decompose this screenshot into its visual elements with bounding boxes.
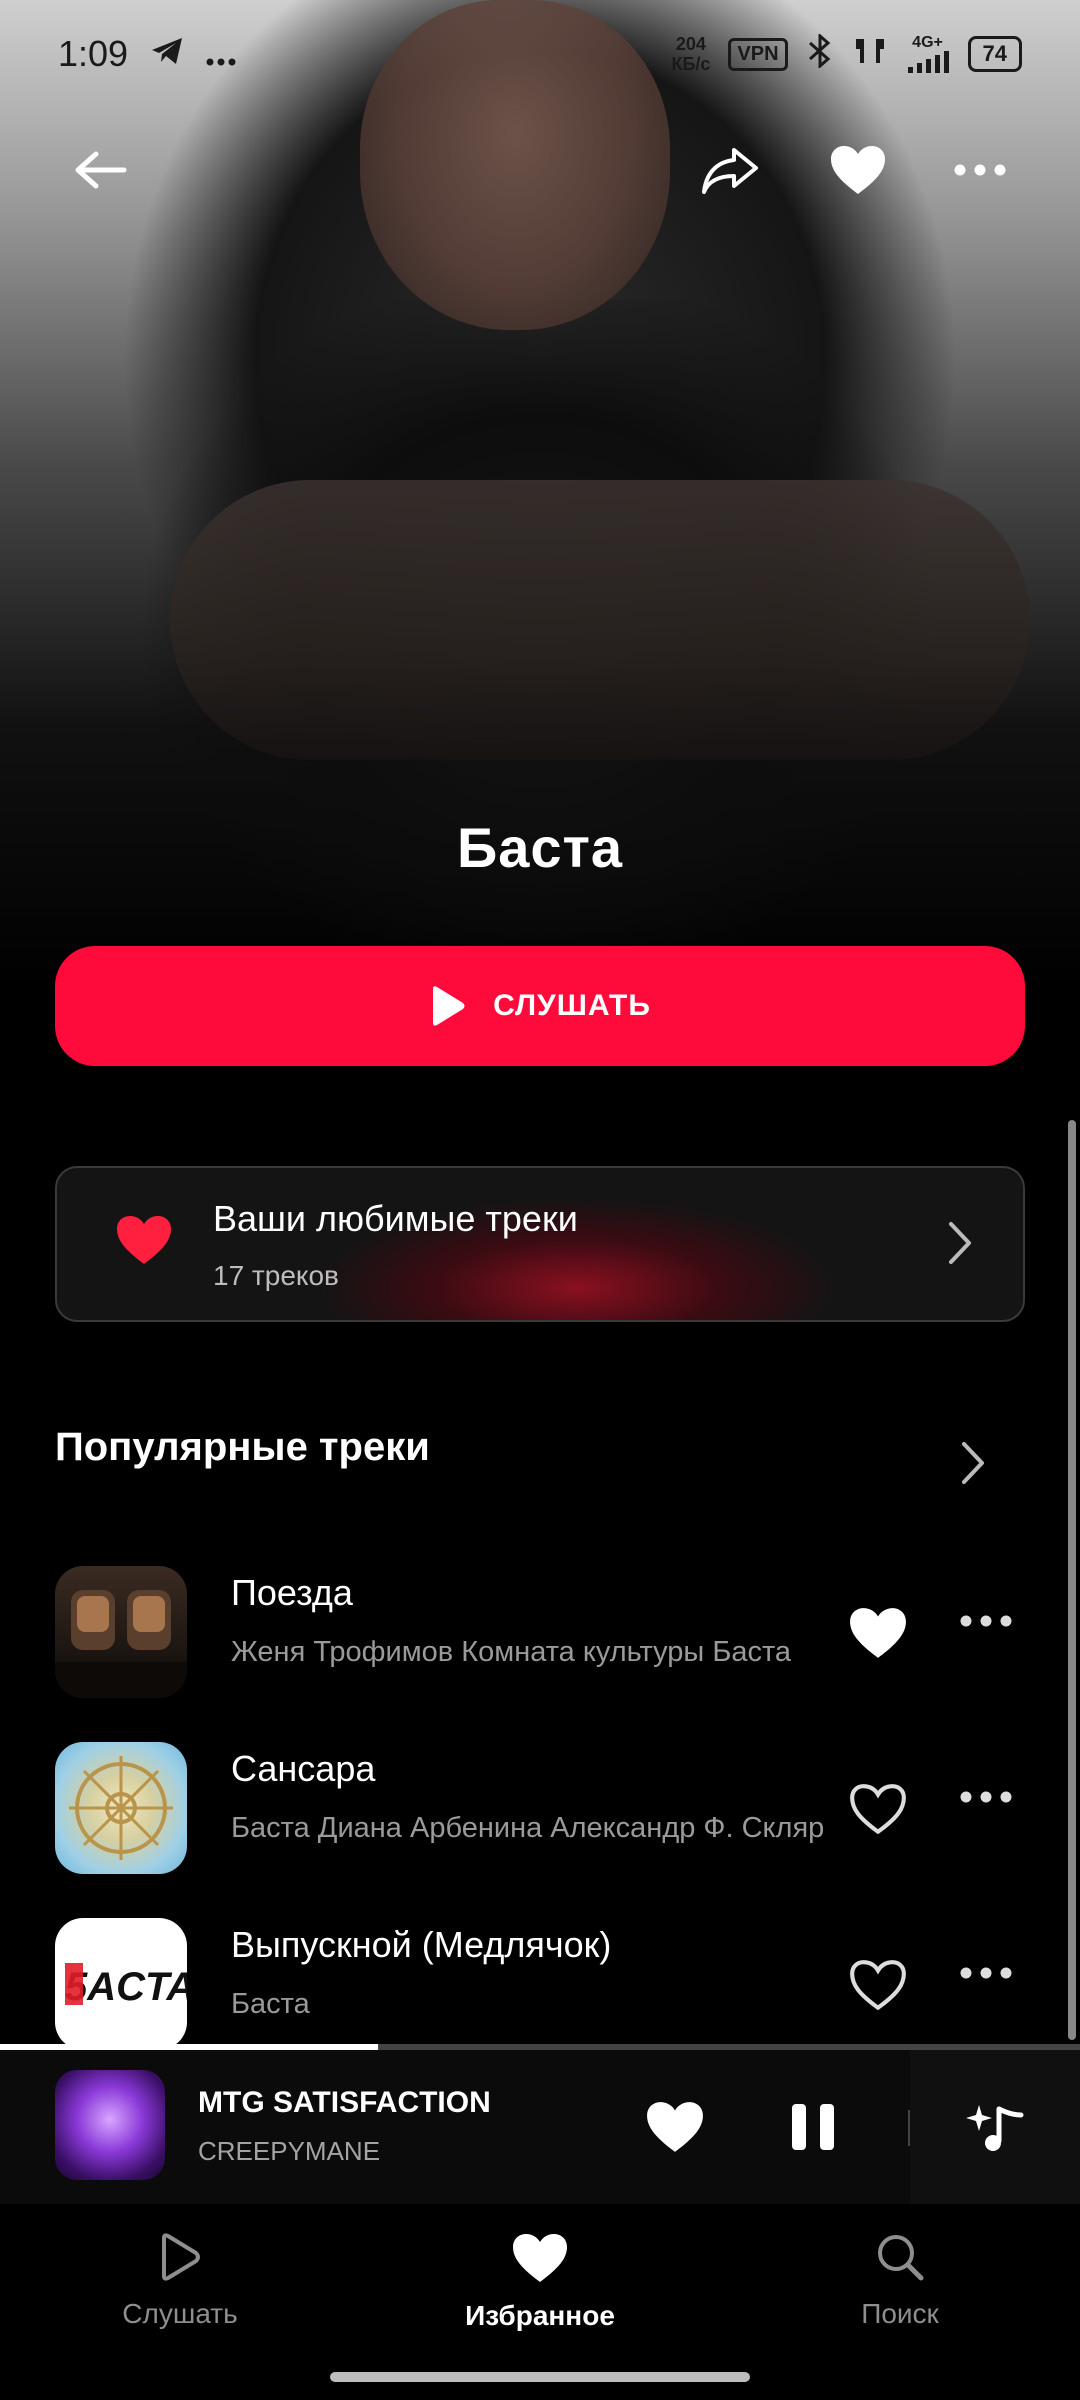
nav-listen[interactable]: Слушать bbox=[0, 2204, 360, 2354]
favorite-tracks-title: Ваши любимые треки bbox=[213, 1198, 578, 1239]
network-speed-unit: КБ/с bbox=[671, 54, 711, 74]
back-button[interactable] bbox=[60, 130, 140, 210]
heart-filled-icon bbox=[831, 146, 885, 194]
network-type: 4G+ bbox=[912, 34, 943, 51]
more-horizontal-icon bbox=[960, 1615, 1012, 1627]
nav-listen-label: Слушать bbox=[122, 2298, 238, 2329]
heart-outline-icon bbox=[850, 1784, 906, 1835]
favorite-tracks-card[interactable]: Ваши любимые треки 17 треков bbox=[55, 1166, 1025, 1322]
track-options-button[interactable] bbox=[960, 1790, 1012, 1808]
like-track-button[interactable] bbox=[848, 1782, 908, 1841]
artist-crossed-arms bbox=[170, 480, 1030, 760]
nav-search[interactable]: Поиск bbox=[720, 2204, 1080, 2354]
top-actions-bar bbox=[0, 130, 1080, 210]
track-artists: Женя Трофимов Комната культуры Баста bbox=[231, 1636, 792, 1668]
nav-favorites[interactable]: Избранное bbox=[360, 2204, 720, 2354]
mini-player[interactable]: MTG SATISFACTION CREEPYMANE bbox=[0, 2050, 1080, 2204]
network-speed: 204 КБ/с bbox=[671, 34, 710, 74]
track-row[interactable]: Поезда Женя Трофимов Комната культуры Ба… bbox=[0, 1566, 1080, 1716]
track-options-button[interactable] bbox=[960, 1614, 1012, 1632]
search-icon bbox=[878, 2235, 924, 2281]
now-playing-artist: CREEPYMANE bbox=[198, 2136, 381, 2166]
bottom-navigation: Слушать Избранное Поиск bbox=[0, 2204, 1080, 2354]
listen-button[interactable]: СЛУШАТЬ bbox=[55, 946, 1025, 1066]
sparkle-music-note-icon bbox=[966, 2105, 1024, 2151]
home-indicator[interactable] bbox=[330, 2372, 750, 2382]
heart-icon bbox=[115, 1214, 173, 1271]
status-bar: 1:09 204 КБ/с VPN 4G+ 74 bbox=[0, 0, 1080, 108]
play-icon bbox=[433, 986, 465, 1026]
track-title: Сансара bbox=[231, 1748, 376, 1789]
nav-search-label: Поиск bbox=[861, 2298, 939, 2329]
arrow-left-icon bbox=[75, 151, 127, 189]
telegram-icon bbox=[150, 33, 184, 75]
now-playing-title: MTG SATISFACTION bbox=[198, 2086, 491, 2119]
track-cover bbox=[55, 1742, 187, 1874]
like-track-button[interactable] bbox=[848, 1958, 908, 2017]
like-track-button[interactable] bbox=[848, 1606, 908, 1665]
pause-icon bbox=[792, 2104, 834, 2150]
track-title: Поезда bbox=[231, 1572, 353, 1613]
now-playing-like-button[interactable] bbox=[645, 2100, 705, 2159]
track-artists: Баста bbox=[231, 1988, 310, 2020]
heart-outline-icon bbox=[850, 1960, 906, 2011]
popular-tracks-more-button[interactable] bbox=[960, 1440, 986, 1491]
network-speed-value: 204 bbox=[675, 34, 706, 54]
more-horizontal-icon bbox=[960, 1791, 1012, 1803]
scrollbar[interactable] bbox=[1068, 1120, 1076, 2040]
pause-button[interactable] bbox=[790, 2102, 836, 2157]
my-wave-button[interactable] bbox=[910, 2050, 1080, 2204]
more-horizontal-icon bbox=[960, 1967, 1012, 1979]
track-row[interactable]: Сансара Баста Диана Арбенина Александр Ф… bbox=[0, 1742, 1080, 1892]
favorite-tracks-count: 17 треков bbox=[213, 1260, 339, 1291]
more-options-button[interactable] bbox=[940, 130, 1020, 210]
signal-icon: 4G+ bbox=[906, 35, 950, 73]
share-button[interactable] bbox=[690, 130, 770, 210]
favorite-artist-button[interactable] bbox=[818, 130, 898, 210]
heart-filled-icon bbox=[513, 2234, 567, 2282]
nav-favorites-label: Избранное bbox=[465, 2300, 615, 2331]
more-notifications-icon bbox=[206, 33, 236, 75]
track-options-button[interactable] bbox=[960, 1966, 1012, 1984]
track-cover: 5ACTA bbox=[55, 1918, 187, 2050]
vpn-badge: VPN bbox=[728, 37, 788, 71]
listen-button-label: СЛУШАТЬ bbox=[493, 989, 651, 1022]
cover-logo-text: 5ACTA bbox=[65, 1965, 187, 2009]
heart-filled-icon bbox=[647, 2102, 703, 2152]
share-icon bbox=[702, 148, 758, 194]
track-title: Выпускной (Медлячок) bbox=[231, 1924, 612, 1965]
track-cover bbox=[55, 1566, 187, 1698]
more-horizontal-icon bbox=[954, 164, 1006, 176]
chevron-right-icon bbox=[962, 1442, 984, 1484]
status-time: 1:09 bbox=[58, 33, 129, 74]
heart-filled-icon bbox=[850, 1608, 906, 1658]
popular-tracks-heading: Популярные треки bbox=[55, 1425, 430, 1469]
track-artists: Баста Диана Арбенина Александр Ф. Скляр bbox=[231, 1812, 825, 1844]
earbuds-icon bbox=[852, 35, 888, 73]
battery-indicator: 74 bbox=[967, 36, 1022, 72]
bluetooth-icon bbox=[806, 32, 834, 74]
artist-name: Баста bbox=[456, 816, 624, 879]
chevron-right-icon bbox=[947, 1220, 973, 1271]
play-outline-icon bbox=[162, 2233, 200, 2281]
now-playing-cover bbox=[55, 2070, 165, 2180]
